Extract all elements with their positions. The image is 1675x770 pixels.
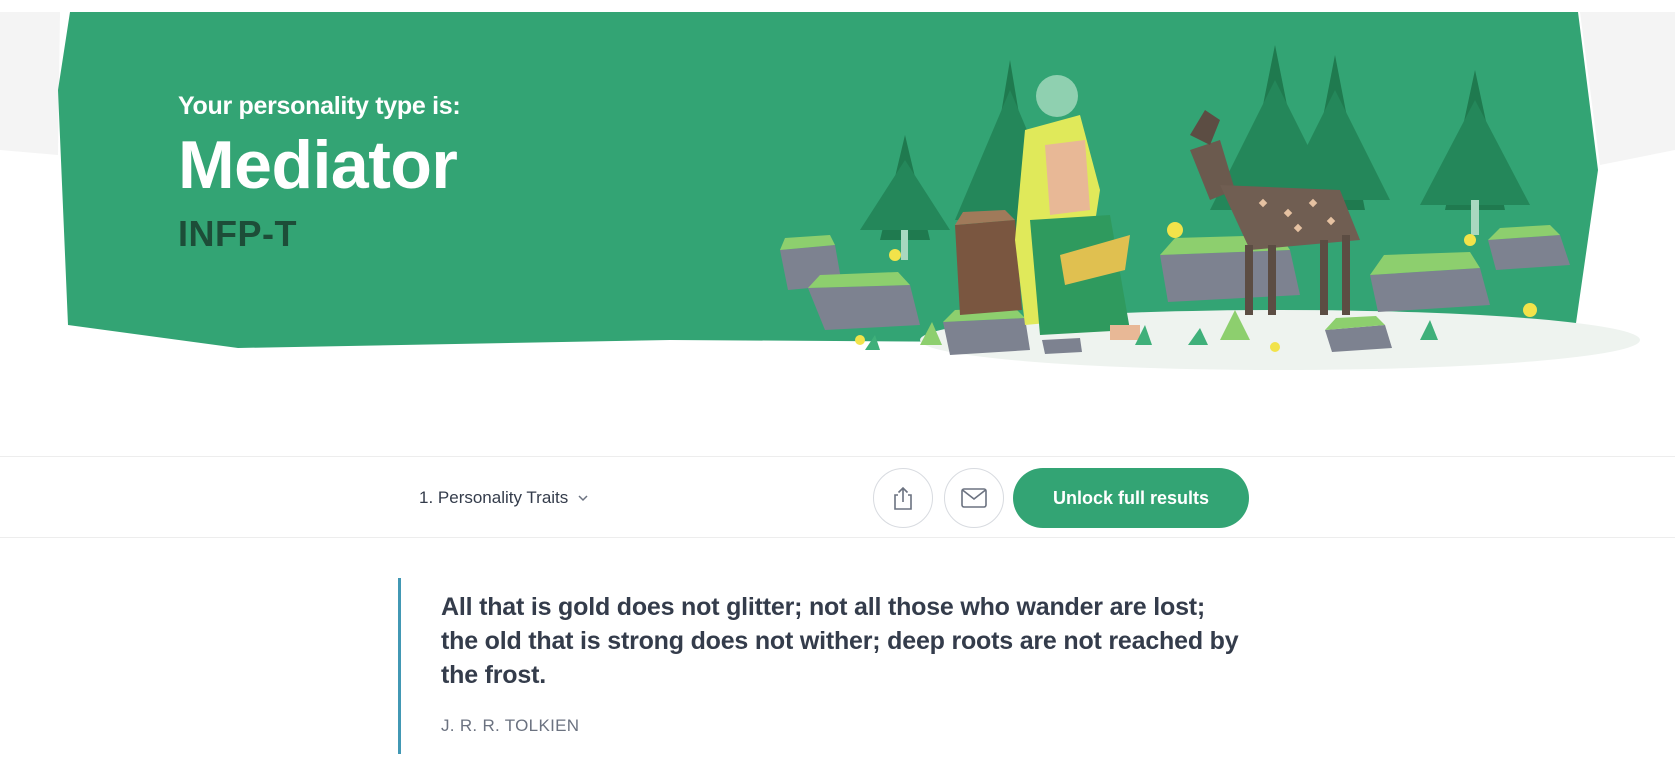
section-dropdown[interactable]: 1. Personality Traits xyxy=(419,457,589,539)
quote-line-2: the old that is strong does not wither; … xyxy=(441,627,1239,689)
unlock-full-results-button[interactable]: Unlock full results xyxy=(1013,468,1249,528)
email-icon xyxy=(961,488,987,508)
personality-type-name: Mediator xyxy=(178,127,458,203)
email-button[interactable] xyxy=(944,468,1004,528)
quote-text: All that is gold does not glitter; not a… xyxy=(441,590,1271,692)
hero-text: Your personality type is: Mediator INFP-… xyxy=(178,92,461,255)
mediator-illustration xyxy=(780,45,1640,370)
personality-type-code: INFP-T xyxy=(178,213,297,254)
quote-author: J. R. R. TOLKIEN xyxy=(441,716,580,735)
section-dropdown-label: 1. Personality Traits xyxy=(419,488,569,507)
chevron-down-icon xyxy=(578,495,588,502)
share-button[interactable] xyxy=(873,468,933,528)
hero-banner: Your personality type is: Mediator INFP-… xyxy=(0,0,1675,420)
pre-title: Your personality type is: xyxy=(178,92,461,120)
share-icon xyxy=(894,486,912,510)
quote-line-1: All that is gold does not glitter; not a… xyxy=(441,593,1206,621)
results-toolbar: 1. Personality Traits Unlock full result… xyxy=(0,456,1675,538)
type-quote: All that is gold does not glitter; not a… xyxy=(398,578,1298,754)
